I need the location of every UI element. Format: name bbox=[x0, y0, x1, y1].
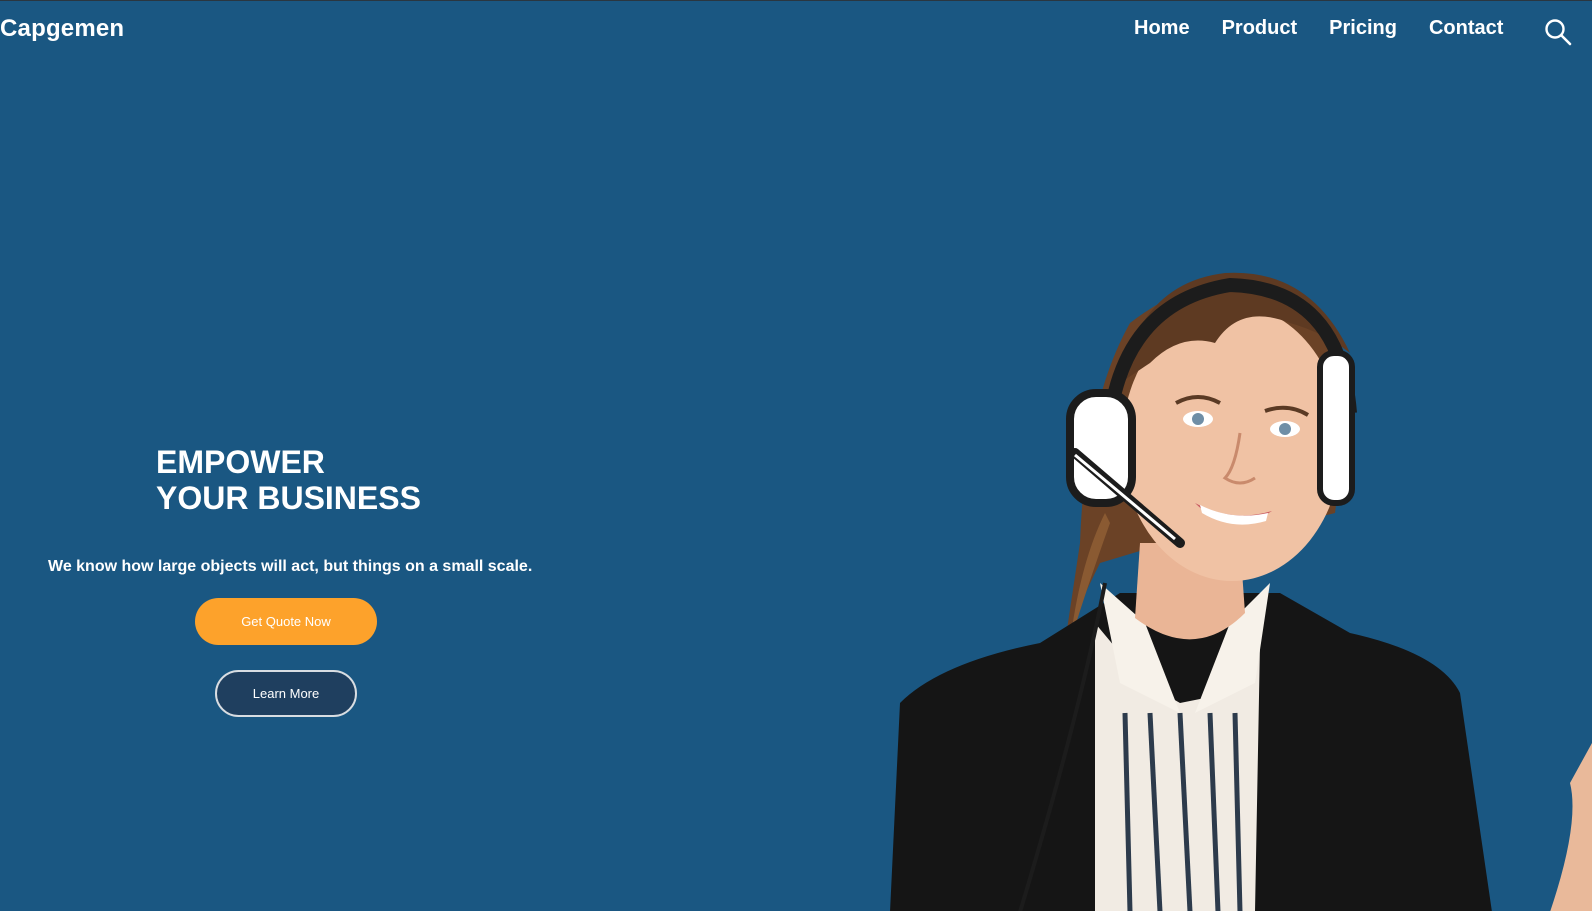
main-nav: Home Product Pricing Contact bbox=[1134, 17, 1535, 40]
hero-subtitle: We know how large objects will act, but … bbox=[48, 558, 533, 575]
support-agent-image bbox=[890, 272, 1592, 911]
hero-title: EMPOWER YOUR BUSINESS bbox=[156, 444, 421, 516]
nav-home[interactable]: Home bbox=[1134, 17, 1190, 40]
get-quote-button[interactable]: Get Quote Now bbox=[195, 598, 377, 645]
nav-contact[interactable]: Contact bbox=[1429, 17, 1503, 40]
hero-title-line2: YOUR BUSINESS bbox=[156, 480, 421, 516]
nav-product[interactable]: Product bbox=[1222, 17, 1298, 40]
nav-pricing[interactable]: Pricing bbox=[1329, 17, 1397, 40]
landing-page: Capgemen Home Product Pricing Contact EM… bbox=[0, 0, 1592, 911]
search-icon[interactable] bbox=[1544, 18, 1572, 46]
brand-logo[interactable]: Capgemen bbox=[0, 15, 124, 43]
learn-more-button[interactable]: Learn More bbox=[215, 670, 357, 717]
hero-title-line1: EMPOWER bbox=[156, 444, 325, 480]
